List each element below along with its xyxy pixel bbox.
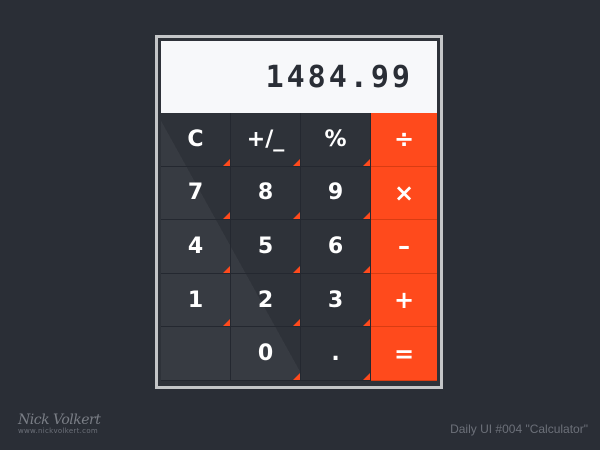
- clear-button[interactable]: C: [161, 113, 231, 167]
- logo-signature: Nick Volkert: [18, 412, 101, 428]
- logo-url: www.nickvolkert.com: [18, 427, 99, 435]
- digit-1-button[interactable]: 1: [161, 273, 231, 328]
- decimal-button[interactable]: .: [301, 327, 371, 381]
- digit-6-button[interactable]: 6: [301, 220, 371, 274]
- sign-toggle-button-label: +/_: [246, 126, 285, 152]
- equals-button-label: =: [393, 339, 415, 368]
- digit-8-button[interactable]: 8: [231, 166, 301, 221]
- add-button-label: +: [393, 286, 415, 315]
- multiply-button-label: ×: [393, 178, 415, 207]
- empty-key-slot: [161, 327, 231, 381]
- percent-button-label: %: [324, 126, 347, 152]
- digit-9-label: 9: [327, 180, 344, 206]
- digit-7-label: 7: [187, 180, 204, 206]
- add-button[interactable]: +: [371, 273, 437, 328]
- digit-8-label: 8: [257, 180, 274, 206]
- digit-1-label: 1: [187, 287, 204, 313]
- digit-9-button[interactable]: 9: [301, 166, 371, 221]
- subtract-button-label: –: [398, 232, 410, 261]
- multiply-button[interactable]: ×: [371, 166, 437, 221]
- calculator: 1484.99 C +/_ % ÷ 7 8 9 × 4 5 6 – 1 2 3 …: [155, 35, 443, 389]
- clear-button-label: C: [187, 126, 204, 152]
- digit-3-label: 3: [327, 287, 344, 313]
- digit-2-button[interactable]: 2: [231, 273, 301, 328]
- digit-5-label: 5: [257, 233, 274, 259]
- sign-toggle-button[interactable]: +/_: [231, 113, 301, 167]
- digit-3-button[interactable]: 3: [301, 273, 371, 328]
- digit-0-button[interactable]: 0: [231, 327, 301, 381]
- keypad: C +/_ % ÷ 7 8 9 × 4 5 6 – 1 2 3 + 0 . =: [161, 113, 437, 381]
- digit-6-label: 6: [327, 233, 344, 259]
- calculator-display: 1484.99: [161, 41, 437, 113]
- digit-2-label: 2: [257, 287, 274, 313]
- equals-button[interactable]: =: [371, 327, 437, 381]
- decimal-button-label: .: [331, 341, 340, 367]
- display-value: 1484.99: [265, 59, 413, 95]
- digit-5-button[interactable]: 5: [231, 220, 301, 274]
- subtract-button[interactable]: –: [371, 220, 437, 274]
- digit-4-label: 4: [187, 233, 204, 259]
- divide-button-label: ÷: [393, 125, 415, 154]
- percent-button[interactable]: %: [301, 113, 371, 167]
- digit-0-label: 0: [257, 341, 274, 367]
- footer-caption: Daily UI #004 "Calculator": [450, 422, 588, 436]
- digit-7-button[interactable]: 7: [161, 166, 231, 221]
- author-logo: Nick Volkert www.nickvolkert.com: [18, 412, 101, 436]
- digit-4-button[interactable]: 4: [161, 220, 231, 274]
- divide-button[interactable]: ÷: [371, 113, 437, 167]
